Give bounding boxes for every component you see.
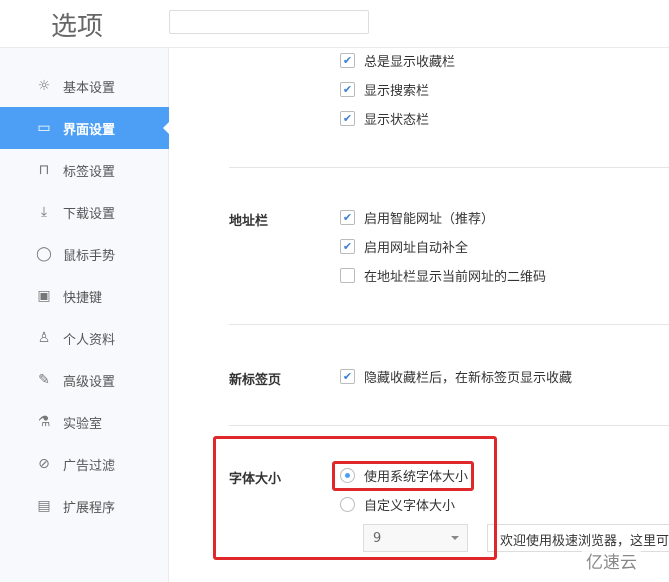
keyboard-icon: ▣ bbox=[37, 288, 51, 304]
sidebar-item-label: 快捷键 bbox=[63, 290, 103, 306]
sidebar-item-label: 高级设置 bbox=[63, 374, 116, 390]
highlight-box bbox=[332, 461, 474, 491]
sidebar-item-9[interactable]: ⊘ 广告过滤 bbox=[0, 443, 169, 485]
tab-icon: ⊓ bbox=[38, 162, 50, 178]
option-label: 隐藏收藏栏后，在新标签页显示收藏 bbox=[364, 370, 573, 386]
highlight-box bbox=[213, 436, 497, 560]
divider bbox=[229, 324, 669, 325]
option-label: 启用网址自动补全 bbox=[364, 240, 469, 256]
checkbox[interactable]: ✔ bbox=[340, 52, 355, 68]
option-smart-url[interactable]: ✔ 启用智能网址（推荐） bbox=[340, 207, 494, 227]
option-label: 显示搜索栏 bbox=[364, 83, 430, 99]
sidebar-item-5[interactable]: ▣ 快捷键 bbox=[0, 275, 169, 317]
option-label: 显示状态栏 bbox=[364, 112, 430, 128]
sidebar-item-label: 标签设置 bbox=[63, 164, 116, 180]
sidebar-item-7[interactable]: ✎ 高级设置 bbox=[0, 359, 169, 401]
font-preview: 欢迎使用极速浏览器，这里可以 bbox=[487, 524, 669, 552]
divider bbox=[229, 167, 669, 168]
sidebar: ☼ 基本设置 ▭ 界面设置 ⊓ 标签设置 ⤓ 下载设置 ◯ 鼠标手势 ▣ 快捷键 ♙ 个人资料 ✎ 高级设置 ⚗… bbox=[0, 48, 170, 582]
sidebar-item-label: 实验室 bbox=[63, 416, 103, 432]
flask-icon: ⚗ bbox=[37, 414, 51, 430]
checkbox[interactable]: ✔ bbox=[340, 81, 355, 97]
option-label: 总是显示收藏栏 bbox=[364, 54, 456, 70]
sidebar-item-6[interactable]: ♙ 个人资料 bbox=[0, 317, 169, 359]
user-icon: ♙ bbox=[37, 330, 51, 346]
sidebar-item-label: 个人资料 bbox=[63, 332, 116, 348]
sidebar-item-1[interactable]: ▭ 界面设置 bbox=[0, 107, 170, 149]
mouse-icon: ◯ bbox=[36, 246, 52, 262]
option-show-search-bar[interactable]: ✔ 显示搜索栏 bbox=[340, 79, 429, 99]
checkbox[interactable]: ✔ bbox=[340, 110, 355, 126]
sidebar-item-label: 下载设置 bbox=[63, 206, 116, 222]
checkbox[interactable]: ✔ bbox=[340, 238, 355, 254]
sun-icon: ☼ bbox=[37, 78, 51, 94]
checkbox[interactable]: ✔ bbox=[340, 209, 355, 225]
sidebar-item-label: 界面设置 bbox=[63, 122, 116, 138]
option-url-autocomplete[interactable]: ✔ 启用网址自动补全 bbox=[340, 236, 468, 256]
sidebar-item-8[interactable]: ⚗ 实验室 bbox=[0, 401, 169, 443]
sidebar-item-4[interactable]: ◯ 鼠标手势 bbox=[0, 233, 169, 275]
option-label: 在地址栏显示当前网址的二维码 bbox=[364, 269, 547, 285]
option-show-status-bar[interactable]: ✔ 显示状态栏 bbox=[340, 108, 429, 128]
sidebar-item-label: 鼠标手势 bbox=[63, 248, 116, 264]
sidebar-item-2[interactable]: ⊓ 标签设置 bbox=[0, 149, 169, 191]
sidebar-item-label: 广告过滤 bbox=[63, 458, 116, 474]
window-icon: ▭ bbox=[37, 120, 51, 136]
divider bbox=[229, 425, 669, 426]
sidebar-item-3[interactable]: ⤓ 下载设置 bbox=[0, 191, 169, 233]
page-title: 选项 bbox=[51, 12, 104, 42]
wrench-icon: ✎ bbox=[38, 372, 50, 388]
block-icon: ⊘ bbox=[38, 456, 50, 472]
sidebar-item-label: 扩展程序 bbox=[63, 500, 116, 516]
checkbox[interactable]: ✔ bbox=[340, 368, 355, 384]
option-always-show-favorites[interactable]: ✔ 总是显示收藏栏 bbox=[340, 50, 455, 70]
extension-icon: ▤ bbox=[37, 498, 51, 514]
option-label: 启用智能网址（推荐） bbox=[364, 211, 495, 227]
watermark: 亿速云 bbox=[582, 548, 641, 573]
option-newtab-favorites[interactable]: ✔ 隐藏收藏栏后，在新标签页显示收藏 bbox=[340, 366, 572, 386]
sidebar-item-0[interactable]: ☼ 基本设置 bbox=[0, 65, 169, 107]
checkbox[interactable] bbox=[340, 267, 355, 283]
sidebar-item-10[interactable]: ▤ 扩展程序 bbox=[0, 485, 169, 527]
address-bar-label: 地址栏 bbox=[229, 214, 269, 229]
new-tab-label: 新标签页 bbox=[229, 373, 282, 388]
sidebar-item-label: 基本设置 bbox=[63, 80, 116, 96]
header: 选项 bbox=[0, 0, 669, 48]
option-show-qr-code[interactable]: 在地址栏显示当前网址的二维码 bbox=[340, 265, 546, 285]
search-input[interactable] bbox=[169, 10, 369, 34]
download-icon: ⤓ bbox=[40, 204, 48, 220]
